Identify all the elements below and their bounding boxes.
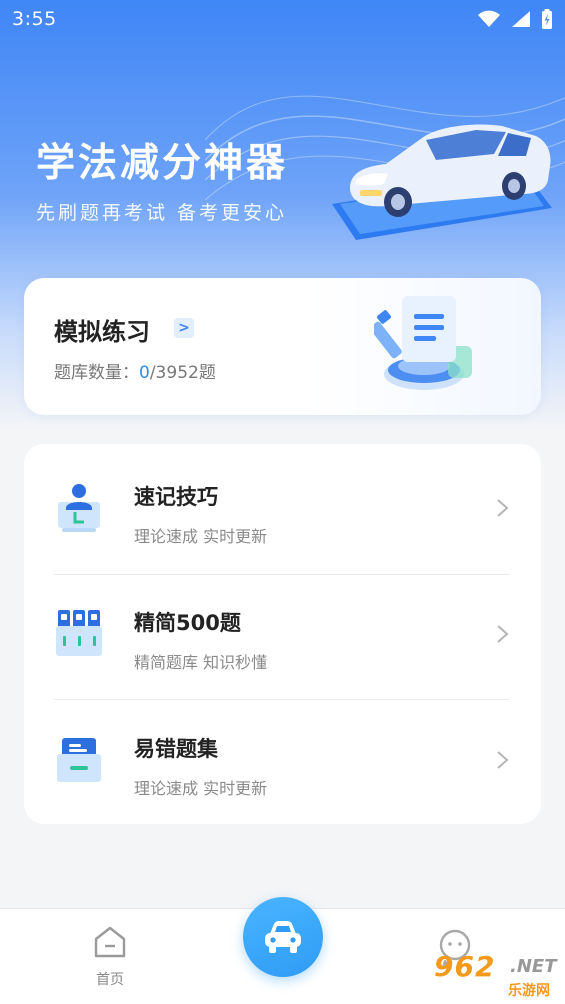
question-bank-count: 题库数量：0/3952题: [54, 358, 216, 383]
archive-box-icon: [57, 738, 101, 782]
feature-desc: 精简题库 知识秒懂: [134, 653, 268, 672]
car-icon: [265, 921, 301, 953]
status-bar: 3:55: [0, 0, 565, 38]
wifi-icon: [478, 10, 500, 27]
feature-title: 精简500题: [134, 611, 241, 635]
feature-desc: 理论速成 实时更新: [134, 527, 268, 546]
watermark-brand: 962: [434, 950, 496, 983]
feature-row-error-prone[interactable]: 易错题集 理论速成 实时更新: [24, 696, 541, 822]
mock-practice-card[interactable]: 模拟练习 > 题库数量：0/3952题: [24, 278, 541, 415]
document-pencil-illustration: [374, 296, 472, 390]
battery-icon: [542, 9, 552, 29]
chevron-right-icon: >: [174, 318, 194, 338]
tab-center-car-button[interactable]: [243, 897, 323, 977]
count-label: 题库数量：: [54, 363, 139, 383]
feature-title: 速记技巧: [134, 485, 218, 509]
site-watermark: 962 .NET 乐游网: [426, 948, 561, 1000]
binders-icon: [56, 610, 102, 656]
watermark-net: .NET: [510, 956, 557, 977]
feature-desc: 理论速成 实时更新: [134, 779, 268, 798]
feature-row-500-questions[interactable]: 精简500题 精简题库 知识秒懂: [24, 570, 541, 696]
feature-list-card: 速记技巧 理论速成 实时更新 精简500题 精简题库 知识秒懂 易错题集 理论速…: [24, 444, 541, 824]
home-icon: [94, 926, 126, 958]
feature-title: 易错题集: [134, 737, 218, 761]
tab-home[interactable]: 首页: [82, 925, 138, 995]
feature-row-memory-tips[interactable]: 速记技巧 理论速成 实时更新: [24, 444, 541, 570]
status-time: 3:55: [12, 8, 57, 30]
practice-title: 模拟练习: [54, 318, 150, 346]
tab-home-label: 首页: [96, 972, 124, 988]
hero-subtitle: 先刷题再考试 备考更安心: [36, 202, 288, 224]
chevron-right-icon: [497, 625, 509, 643]
signal-icon: [512, 11, 530, 27]
car-illustration: [332, 124, 552, 240]
hero-title: 学法减分神器: [36, 141, 289, 186]
chevron-right-icon: [497, 751, 509, 769]
chevron-right-icon: [497, 499, 509, 517]
count-done: 0: [139, 363, 150, 383]
person-monitor-icon: [58, 484, 100, 532]
count-total: /3952题: [149, 363, 216, 383]
watermark-sub: 乐游网: [508, 983, 550, 999]
